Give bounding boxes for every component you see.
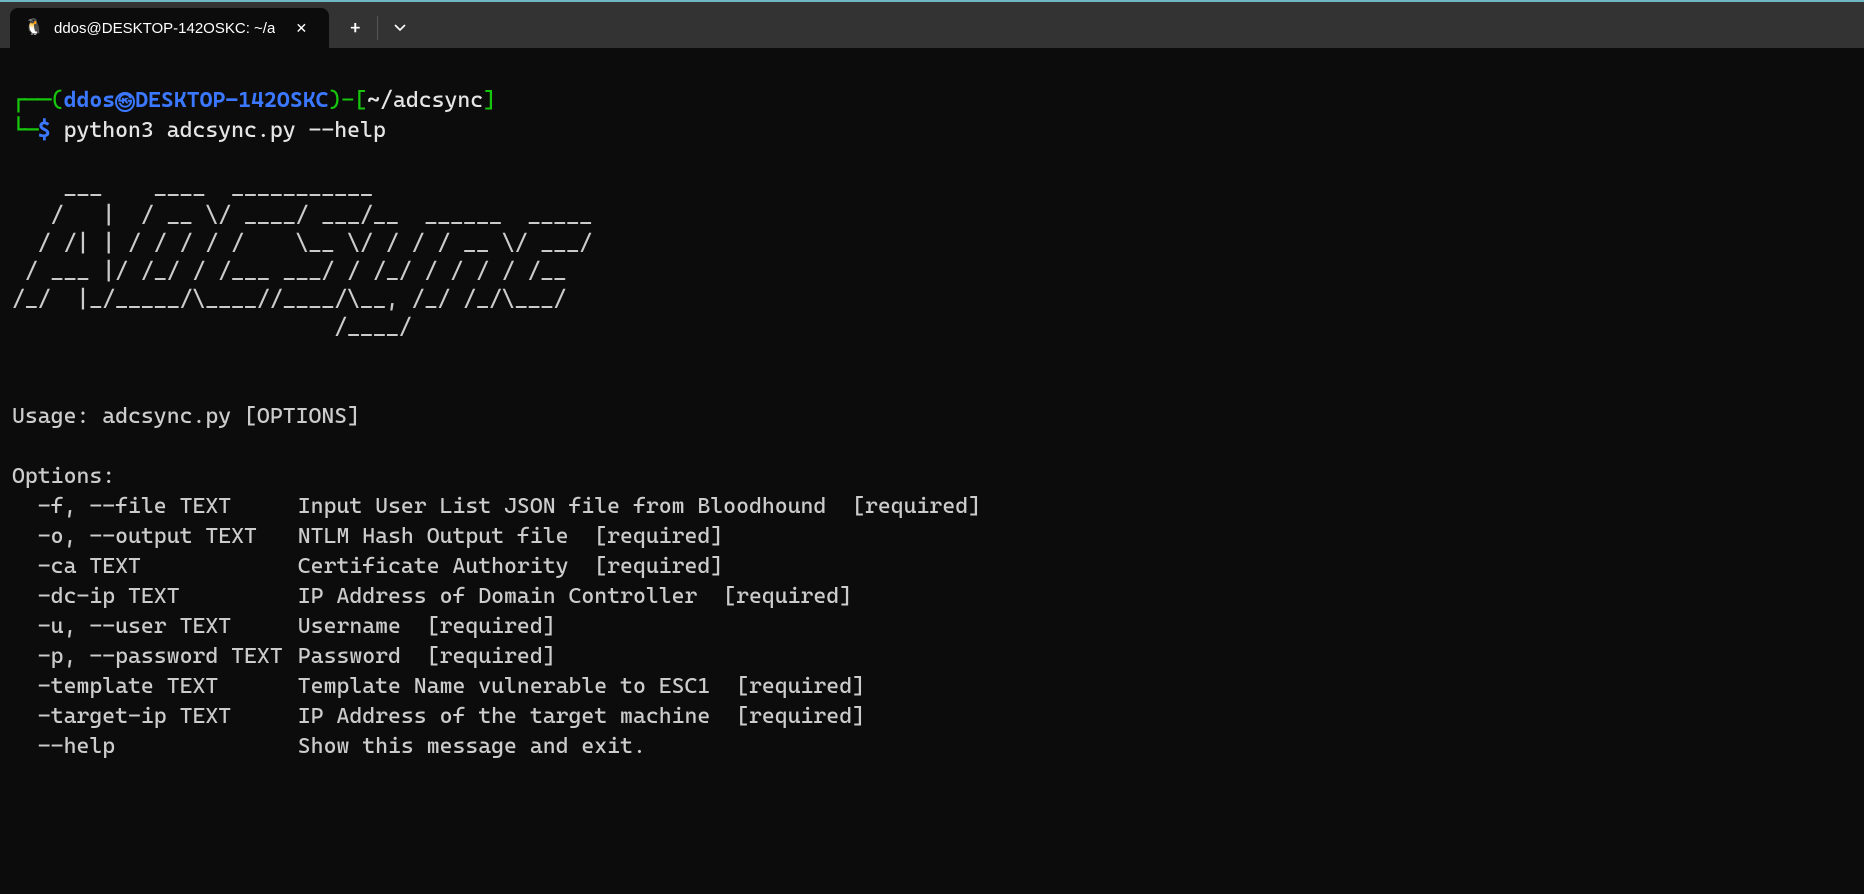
- options-header: Options:: [12, 464, 115, 489]
- prompt-rbracket: ]: [483, 88, 496, 113]
- tab-title: ddos@DESKTOP-142OSKC: ~/a: [54, 20, 275, 37]
- option-flag: -target-ip TEXT: [38, 702, 298, 732]
- option-row: -u, --user TEXTUsername [required]: [12, 614, 556, 639]
- option-flag: -template TEXT: [38, 672, 298, 702]
- option-row: -p, --password TEXTPassword [required]: [12, 644, 556, 669]
- prompt-close-paren: ): [328, 88, 341, 113]
- option-desc: Template Name vulnerable to ESC1 [requir…: [298, 674, 865, 699]
- option-row: -template TEXTTemplate Name vulnerable t…: [12, 674, 865, 699]
- prompt-path: ~/adcsync: [367, 88, 483, 113]
- chevron-down-icon: [393, 21, 407, 35]
- options-list: -f, --file TEXTInput User List JSON file…: [12, 492, 1852, 762]
- option-desc: Password [required]: [298, 644, 556, 669]
- title-bar: 🐧 ddos@DESKTOP-142OSKC: ~/a ✕ +: [0, 0, 1864, 48]
- ascii-art: ___ ____ ___________ / | / __ \/ ____/ _…: [12, 146, 1852, 342]
- option-desc: IP Address of the target machine [requir…: [298, 704, 865, 729]
- option-desc: IP Address of Domain Controller [require…: [298, 584, 852, 609]
- option-row: -target-ip TEXTIP Address of the target …: [12, 704, 865, 729]
- option-flag: -o, --output TEXT: [38, 522, 298, 552]
- prompt-host: DESKTOP-142OSKC: [135, 88, 328, 113]
- option-flag: --help: [38, 732, 298, 762]
- command-text: python3 adcsync.py --help: [64, 118, 386, 143]
- prompt-lbracket: [: [354, 88, 367, 113]
- prompt-dash: -: [341, 88, 354, 113]
- ascii-line: /____/: [12, 315, 592, 340]
- ascii-line: ___ ____ ___________: [12, 175, 592, 200]
- ascii-line: / | / __ \/ ____/ ___/__ ______ _____: [12, 203, 592, 228]
- option-desc: Show this message and exit.: [298, 734, 646, 759]
- usage-line: Usage: adcsync.py [OPTIONS]: [12, 404, 360, 429]
- tab-active[interactable]: 🐧 ddos@DESKTOP-142OSKC: ~/a ✕: [10, 8, 329, 48]
- prompt-open-paren: (: [51, 88, 64, 113]
- option-row: -o, --output TEXTNTLM Hash Output file […: [12, 524, 723, 549]
- ascii-line: /_/ |_/_____/\____//____/\__, /_/ /_/\__…: [12, 287, 592, 312]
- option-desc: Username [required]: [298, 614, 556, 639]
- ascii-line: / ___ |/ /_/ / /___ ___/ / /_/ / / / / /…: [12, 259, 592, 284]
- option-flag: -f, --file TEXT: [38, 492, 298, 522]
- option-row: -dc-ip TEXTIP Address of Domain Controll…: [12, 584, 852, 609]
- option-flag: -dc-ip TEXT: [38, 582, 298, 612]
- option-desc: Input User List JSON file from Bloodhoun…: [298, 494, 981, 519]
- prompt-user: ddos: [64, 88, 116, 113]
- option-row: -f, --file TEXTInput User List JSON file…: [12, 494, 981, 519]
- option-flag: -p, --password TEXT: [38, 642, 298, 672]
- prompt-corner-bottom: └─: [12, 118, 38, 143]
- option-desc: Certificate Authority [required]: [298, 554, 723, 579]
- terminal-body[interactable]: ┌──(ddos㉿DESKTOP-142OSKC)-[~/adcsync] └─…: [0, 48, 1864, 804]
- kali-icon: ㉿: [115, 92, 135, 112]
- penguin-icon: 🐧: [24, 19, 42, 37]
- tab-dropdown-button[interactable]: [378, 8, 422, 48]
- option-row: --helpShow this message and exit.: [12, 734, 646, 759]
- new-tab-button[interactable]: +: [333, 8, 377, 48]
- prompt-corner-top: ┌──: [12, 88, 51, 113]
- prompt-symbol: $: [38, 118, 51, 143]
- tab-actions: +: [333, 8, 422, 48]
- option-flag: -ca TEXT: [38, 552, 298, 582]
- option-desc: NTLM Hash Output file [required]: [298, 524, 723, 549]
- close-tab-button[interactable]: ✕: [287, 14, 315, 42]
- option-flag: -u, --user TEXT: [38, 612, 298, 642]
- ascii-line: / /| | / / / / / \__ \/ / / / __ \/ ___/: [12, 231, 592, 256]
- option-row: -ca TEXTCertificate Authority [required]: [12, 554, 723, 579]
